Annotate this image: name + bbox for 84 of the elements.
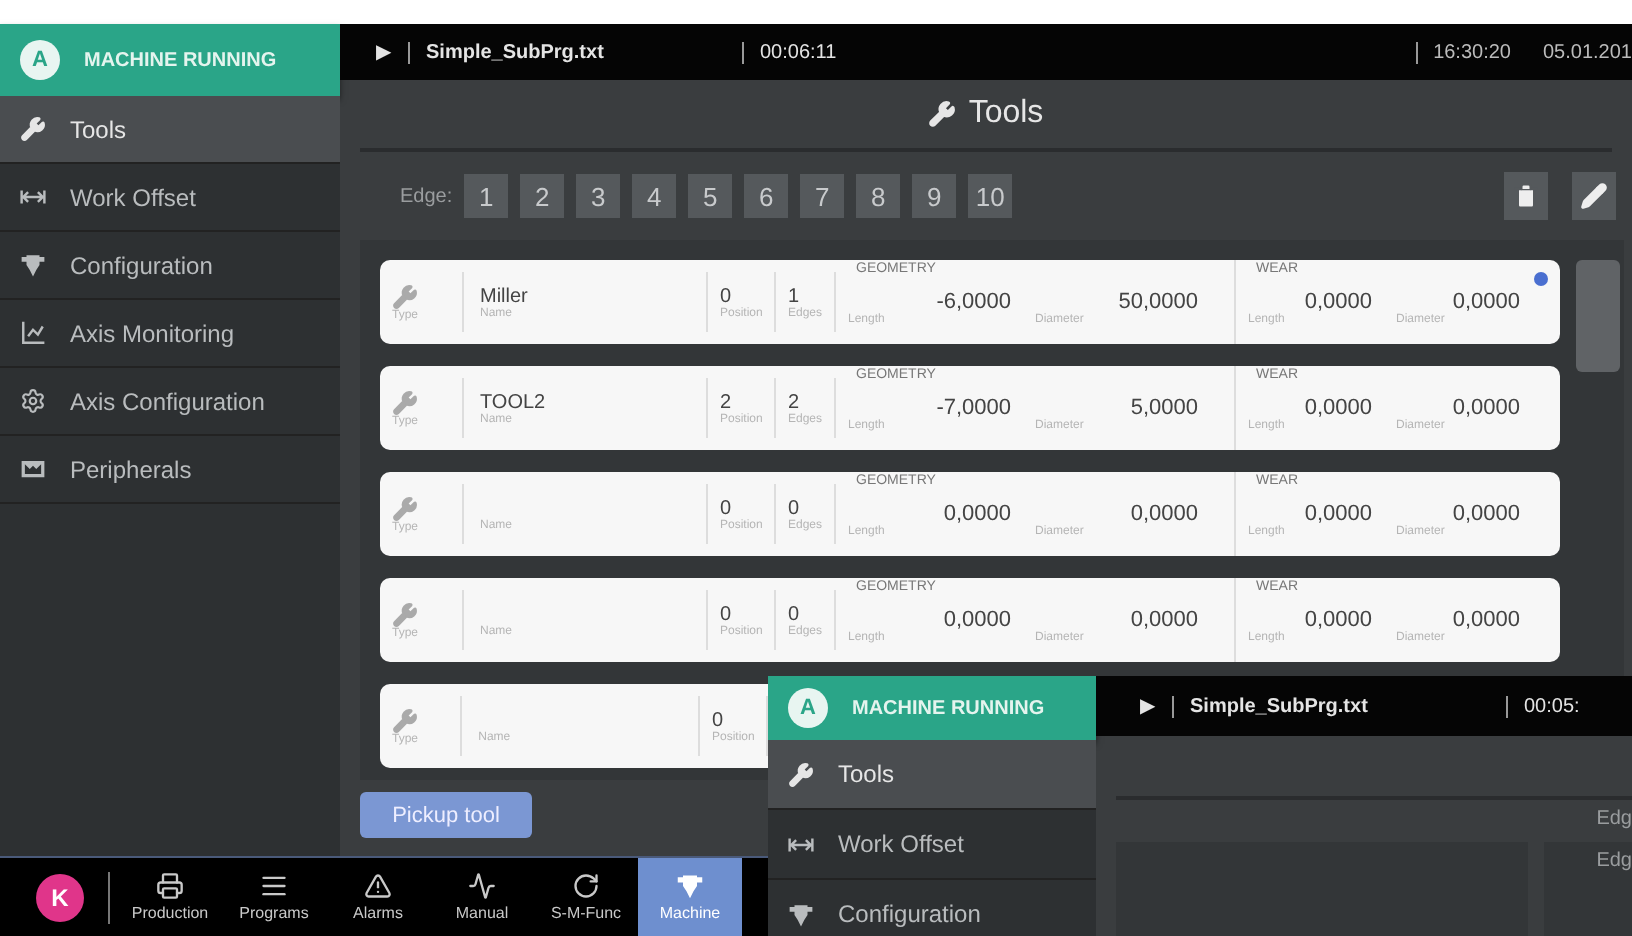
nav-tab[interactable]: S-M-Func — [534, 857, 638, 936]
wrench-icon — [392, 495, 418, 521]
tool-name: Miller — [480, 285, 530, 307]
program-name: Simple_SubPrg.txt — [408, 41, 742, 63]
field-value: 0,0000 — [1302, 502, 1372, 526]
program-name: Simple_SubPrg.txt — [1172, 695, 1506, 717]
field-value: 0,0000 — [1450, 396, 1520, 420]
gear-icon — [20, 388, 46, 414]
spindle-icon — [20, 252, 46, 278]
field-value: 0 — [720, 285, 734, 307]
rotate-icon — [572, 872, 600, 900]
spindle-icon — [788, 901, 814, 927]
edit-button[interactable] — [1572, 172, 1616, 220]
field-value: 50,0000 — [1116, 290, 1198, 314]
wrench-icon — [928, 100, 957, 128]
user-avatar[interactable]: K — [36, 873, 84, 921]
field-value: 0,0000 — [1450, 608, 1520, 632]
status-badge: A — [20, 40, 60, 80]
play-icon: ▶ — [1096, 694, 1172, 718]
nav-tab[interactable]: Programs — [222, 857, 326, 936]
field-value: 0,0000 — [1302, 396, 1372, 420]
edge-button[interactable]: 2 — [520, 174, 565, 218]
field-value: 0 — [712, 709, 726, 731]
wrench-icon — [788, 761, 814, 787]
edge-button[interactable]: 9 — [912, 174, 957, 218]
wrench-icon — [392, 389, 418, 415]
pencil-icon — [1580, 182, 1608, 210]
edge-button[interactable]: 5 — [688, 174, 733, 218]
field-value: -6,0000 — [934, 290, 1011, 314]
chart-icon — [20, 320, 46, 346]
edge-button[interactable]: 8 — [856, 174, 901, 218]
clock-time: 16:30:20 — [1415, 41, 1527, 63]
wave-icon — [468, 872, 496, 900]
edge-label: Edge: — [400, 185, 453, 207]
field-value: 0,0000 — [1450, 502, 1520, 526]
wrench-icon — [392, 283, 418, 309]
elapsed-time: 00:05: — [1506, 695, 1580, 717]
edge-button[interactable]: 4 — [632, 174, 677, 218]
status-label: MACHINE RUNNING — [84, 49, 277, 71]
delete-button[interactable] — [1504, 172, 1548, 220]
sidebar-item[interactable]: Tools — [768, 740, 1096, 810]
nav-tab[interactable]: Alarms — [326, 857, 430, 936]
wrench-icon — [392, 601, 418, 627]
scrollbar[interactable] — [1576, 260, 1620, 372]
printer-icon — [156, 872, 184, 900]
sidebar-item[interactable]: Tools — [0, 96, 340, 164]
edge-label: Edg — [1596, 808, 1632, 830]
page-title: Tools — [968, 96, 1044, 132]
field-value: 0,0000 — [1302, 608, 1372, 632]
field-value: 0,0000 — [1128, 608, 1198, 632]
status-badge: A — [788, 688, 828, 728]
field-value: 0,0000 — [1128, 502, 1198, 526]
field-value: 0 — [788, 497, 802, 519]
field-value: 0 — [720, 497, 734, 519]
field-value: 0,0000 — [941, 502, 1011, 526]
wrench-icon — [20, 116, 46, 142]
edge-button[interactable]: 1 — [464, 174, 509, 218]
peripheral-icon — [20, 456, 46, 482]
date-text: 05.01.201 — [1541, 41, 1632, 63]
status-label: MACHINE RUNNING — [852, 697, 1045, 719]
field-value: 0,0000 — [1450, 290, 1520, 314]
field-value: 5,0000 — [1128, 396, 1198, 420]
edge-button[interactable]: 6 — [744, 174, 789, 218]
list-icon — [260, 872, 288, 900]
field-value: 0,0000 — [1302, 290, 1372, 314]
tool-name: TOOL2 — [480, 391, 548, 413]
edge-button[interactable]: 10 — [968, 174, 1013, 218]
wrench-icon — [392, 707, 418, 733]
nav-tab[interactable]: Manual — [430, 857, 534, 936]
field-value: 2 — [720, 391, 734, 413]
field-value: 2 — [788, 391, 802, 413]
edge-button[interactable]: 7 — [800, 174, 845, 218]
field-value: 0 — [720, 603, 734, 625]
field-value: 1 — [788, 285, 802, 307]
edge-button[interactable]: 3 — [576, 174, 621, 218]
nav-tab[interactable]: Production — [118, 857, 222, 936]
play-icon: ▶ — [340, 40, 408, 64]
field-value: 0 — [788, 603, 802, 625]
edge-label: Edg — [1596, 850, 1632, 872]
field-value: -7,0000 — [934, 396, 1011, 420]
elapsed-time: 00:06:11 — [742, 41, 853, 63]
warning-icon — [364, 872, 392, 900]
field-value: 0,0000 — [941, 608, 1011, 632]
spindle-icon — [676, 872, 704, 900]
